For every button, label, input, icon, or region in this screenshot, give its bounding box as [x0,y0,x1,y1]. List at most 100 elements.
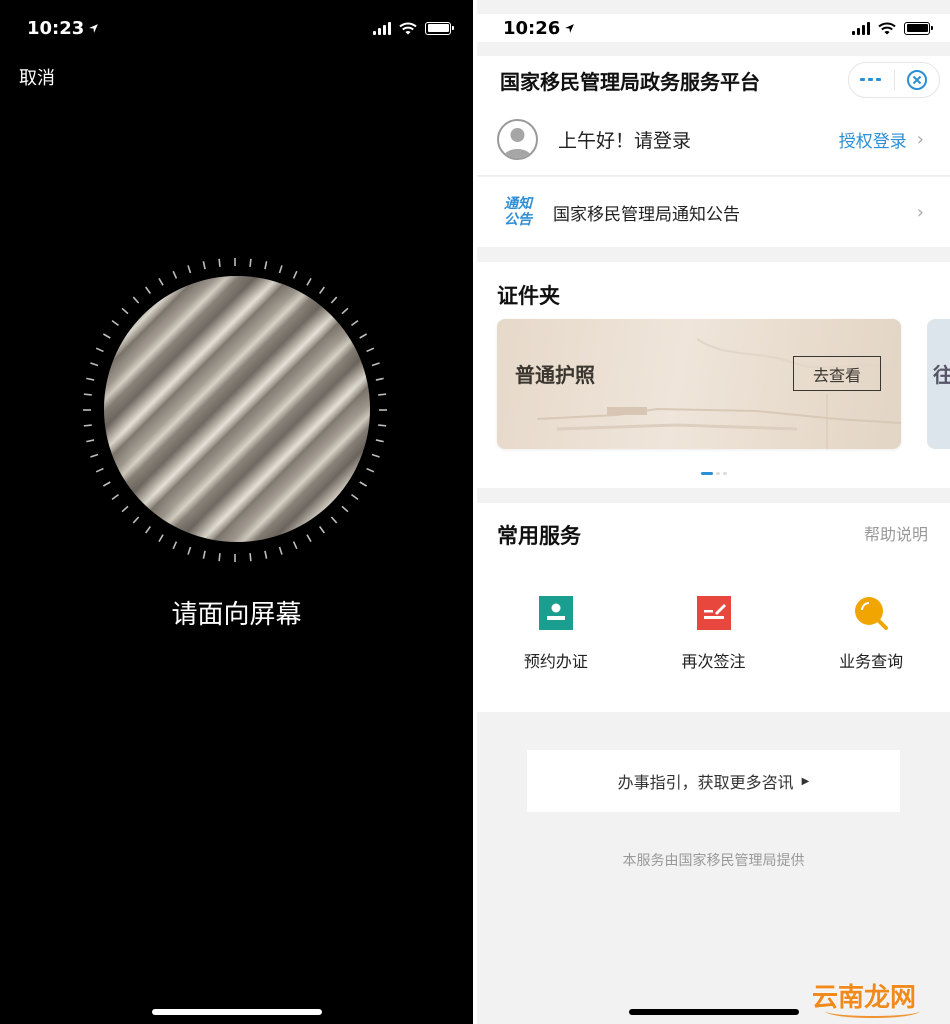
progress-tick [158,534,164,543]
app-header: 国家移民管理局政务服务平台 [477,56,950,104]
progress-tick [145,526,152,534]
battery-icon [425,21,454,35]
progress-tick [375,377,384,381]
progress-tick [111,493,119,500]
footer-note: 本服务由国家移民管理局提供 [622,853,805,869]
service-endorsement[interactable]: 再次签注 [635,595,793,672]
guide-button-label: 办事指引，获取更多咨讯 [617,773,794,792]
progress-tick [378,424,387,427]
progress-tick [158,277,164,286]
wifi-icon [399,22,417,34]
progress-tick [111,320,119,327]
progress-tick [202,261,206,270]
id-card-icon [538,595,574,631]
service-label: 预约办证 [523,652,588,671]
notice-row[interactable]: 通知 公告 国家移民管理局通知公告 › [477,177,950,247]
progress-tick [292,541,298,550]
close-button[interactable] [895,63,940,97]
camera-preview [104,276,370,542]
service-label: 再次签注 [681,652,746,671]
chevron-right-icon: › [916,129,924,150]
progress-tick [102,333,111,339]
progress-tick [90,362,99,367]
progress-tick [95,347,104,353]
progress-tick [172,541,178,550]
progress-tick [95,467,104,473]
cancel-button[interactable]: 取消 [19,64,55,90]
progress-tick [371,362,380,367]
progress-tick [264,261,268,270]
carousel-dot [700,472,713,475]
progress-tick [172,270,178,279]
service-query[interactable]: 业务查询 [792,595,950,672]
status-time: 10:26 [503,17,561,39]
help-link[interactable]: 帮助说明 [864,521,928,545]
progress-tick [90,453,99,458]
progress-tick [366,467,375,473]
progress-tick [351,493,359,500]
service-appointment[interactable]: 预约办证 [477,595,635,672]
progress-tick [86,377,95,381]
watermark-logo: 云南龙网 [811,983,916,1013]
progress-tick [371,453,380,458]
location-arrow-icon [89,23,99,33]
status-icons [373,21,454,35]
app-home-screen: 10:26 国家移民管理局政务服务平台 上午好！请登录 授权登录 › 通知 公告… [477,0,950,1024]
status-time: 10:23 [27,17,85,39]
home-indicator[interactable] [628,1009,799,1015]
section-title: 证件夹 [497,284,560,308]
service-list: 预约办证 再次签注 业务查询 [477,595,950,672]
service-label: 业务查询 [839,652,904,671]
progress-tick [145,286,152,294]
progress-tick [218,258,221,267]
more-button[interactable] [849,63,894,97]
passport-card[interactable]: 普通护照 去查看 [497,319,901,449]
carousel-dot [722,472,727,475]
play-arrow-icon: ▶ [801,775,810,787]
status-icons [852,21,933,35]
progress-tick [292,270,298,279]
services-section: 常用服务 帮助说明 预约办证 再次签注 业务查询 [477,503,950,712]
progress-tick [341,307,349,315]
progress-tick [306,277,312,286]
face-prompt-text: 请面向屏幕 [171,600,302,630]
next-card-peek[interactable]: 往 [927,319,950,449]
progress-tick [132,296,140,304]
notice-badge-icon: 通知 公告 [504,196,532,228]
face-capture-screen: 10:23 取消 请面向屏幕 [0,0,473,1024]
location-arrow-icon [565,23,575,33]
authorize-login-link[interactable]: 授权登录 [839,127,907,152]
progress-tick [86,439,95,443]
cellular-signal-icon [373,21,391,35]
login-row[interactable]: 上午好！请登录 授权登录 › [477,104,950,176]
progress-tick [330,296,338,304]
carousel-dot [715,472,720,475]
progress-tick [378,393,387,396]
greeting-text: 上午好！请登录 [558,130,692,152]
section-title: 常用服务 [497,524,581,548]
progress-tick [341,505,349,513]
progress-tick [318,526,325,534]
status-bar: 10:26 [477,14,950,42]
progress-tick [306,534,312,543]
edit-document-icon [696,595,732,631]
progress-tick [264,550,268,559]
avatar [497,119,538,160]
mini-program-capsule [848,62,940,98]
view-button[interactable]: 去查看 [793,356,881,391]
progress-tick [121,505,129,513]
search-icon [853,595,889,631]
user-avatar-icon [503,128,532,158]
progress-tick [249,258,252,267]
progress-tick [366,347,375,353]
notice-title: 国家移民管理局通知公告 [553,204,740,225]
progress-tick [187,265,192,274]
progress-tick [218,553,221,562]
documents-section: 证件夹 普通护照 去查看 往 [477,262,950,488]
close-circle-icon [906,70,927,90]
status-bar: 10:23 [0,14,473,42]
progress-tick [278,546,283,555]
guide-button[interactable]: 办事指引，获取更多咨讯 ▶ [527,750,900,812]
chevron-right-icon: › [916,201,924,223]
home-indicator[interactable] [151,1009,322,1015]
